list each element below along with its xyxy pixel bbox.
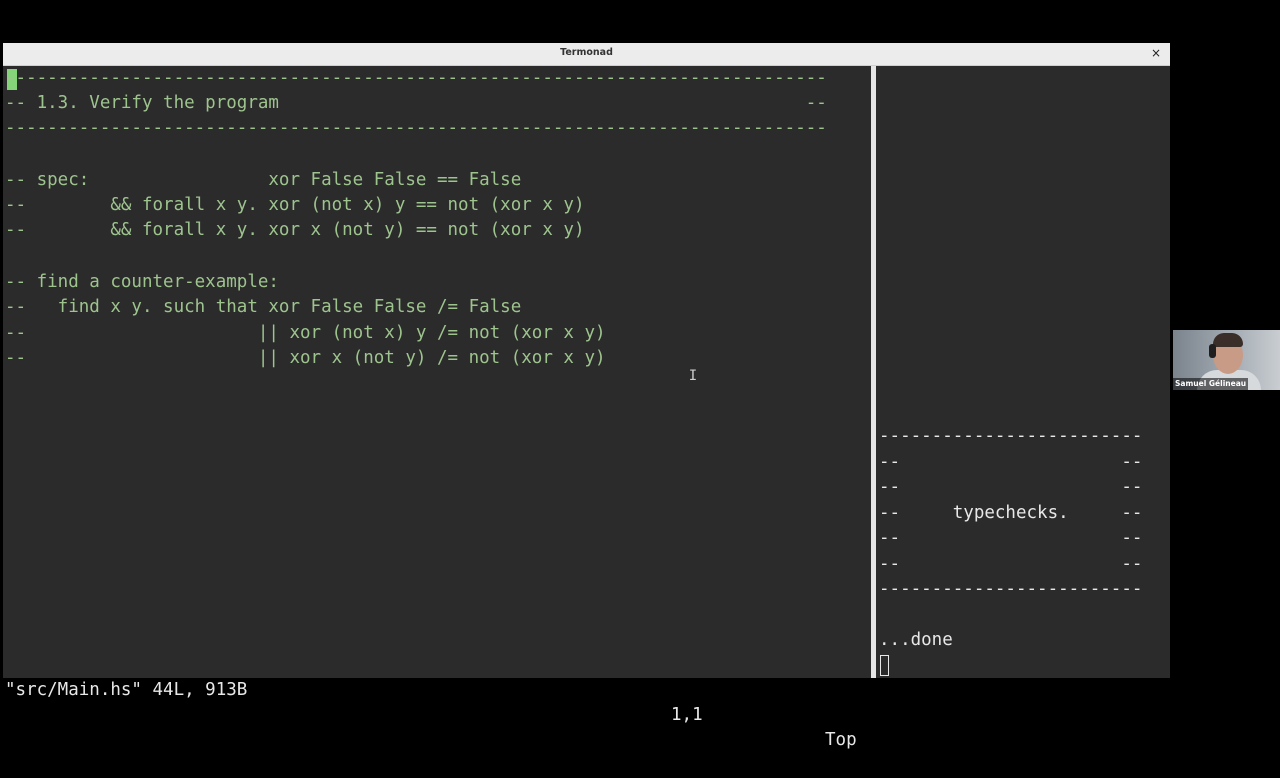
code-line: -- && forall x y. xor x (not y) == not (… (5, 220, 585, 240)
code-line: ----------------------------------------… (5, 118, 827, 138)
vim-editor-pane[interactable]: ----------------------------------------… (3, 66, 871, 750)
headset-icon (1209, 344, 1216, 358)
code-line: -- 1.3. Verify the program -- (5, 93, 827, 113)
close-icon[interactable]: × (1148, 45, 1164, 61)
webcam-thumbnail: Samuel Gélineau (1173, 330, 1280, 390)
mouse-ibeam-icon: I (688, 368, 698, 384)
window-title: Termonad (560, 47, 613, 58)
code-line: -- find x y. such that xor False False /… (5, 297, 522, 317)
output-line: -- -- (879, 477, 1143, 497)
code-line: -- || xor (not x) y /= not (xor x y) (5, 323, 606, 343)
output-line: -- -- (879, 528, 1143, 548)
title-bar[interactable]: Termonad × (3, 43, 1170, 66)
status-file-info: "src/Main.hs" 44L, 913B (5, 680, 248, 700)
output-line: -- typechecks. -- (879, 503, 1143, 523)
output-line: ------------------------- (879, 579, 1143, 599)
code-line: ----------------------------------------… (5, 68, 827, 88)
output-line: ------------------------- (879, 426, 1143, 446)
output-line: -- -- (879, 452, 1143, 472)
output-line: -- -- (879, 554, 1143, 574)
person-hair (1213, 333, 1243, 347)
done-message: ...done (879, 630, 953, 650)
terminal-cursor (880, 655, 889, 676)
code-line: -- spec: xor False False == False (5, 170, 522, 190)
status-scroll-position: Top (825, 730, 857, 750)
code-line: -- find a counter-example: (5, 272, 279, 292)
code-line: -- || xor x (not y) /= not (xor x y) (5, 348, 606, 368)
terminal-window: Termonad × -----------------------------… (3, 43, 1170, 750)
participant-name: Samuel Gélineau (1173, 378, 1249, 390)
vim-status-line: "src/Main.hs" 44L, 913B 1,1 Top (3, 653, 871, 750)
code-line: -- && forall x y. xor (not x) y == not (… (5, 195, 585, 215)
status-cursor-position: 1,1 (671, 705, 703, 725)
ghci-output-pane[interactable]: ------------------------- -- -- -- -- --… (876, 66, 1170, 678)
